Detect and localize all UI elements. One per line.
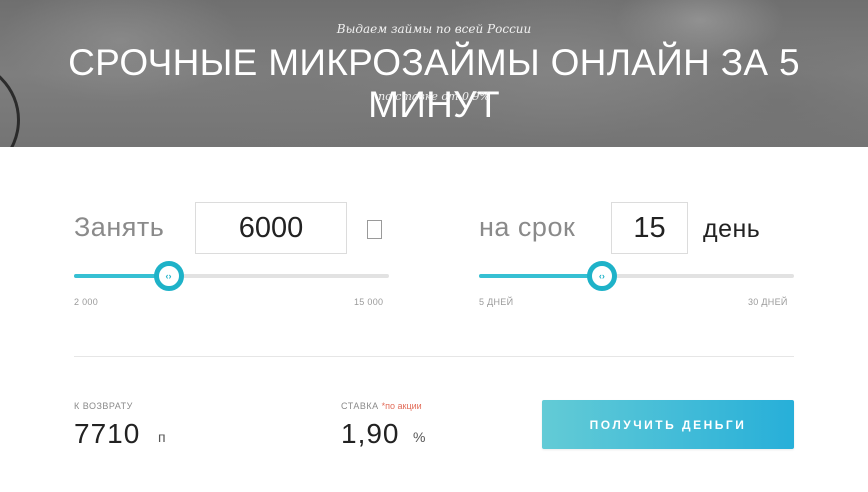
term-label: на срок [479, 212, 576, 242]
term-slider-fill [479, 274, 602, 278]
hero-title: СРОЧНЫЕ МИКРОЗАЙМЫ ОНЛАЙН ЗА 5 МИНУТ [68, 42, 800, 125]
return-currency: п [158, 429, 166, 445]
rate-percent: % [413, 429, 426, 445]
section-divider [74, 356, 794, 357]
term-unit: день [703, 215, 761, 243]
amount-slider[interactable]: ‹› [74, 261, 389, 291]
term-slider[interactable]: ‹› [479, 261, 794, 291]
hero-banner: Выдаем займы по всей России СРОЧНЫЕ МИКР… [0, 0, 868, 147]
get-money-button[interactable]: ПОЛУЧИТЬ ДЕНЬГИ [542, 400, 794, 449]
amount-label: Занять [74, 212, 165, 242]
rate-label: СТАВКА [341, 401, 379, 411]
rate-promo-note: *по акции [381, 401, 422, 411]
hero-subtitle: Выдаем займы по всей России [336, 22, 532, 36]
currency-icon [367, 220, 382, 239]
amount-min-label: 2 000 [74, 297, 99, 307]
return-value: 7710 [74, 418, 141, 449]
term-slider-handle[interactable]: ‹› [586, 261, 617, 291]
rate-value: 1,90 [341, 418, 400, 449]
amount-slider-handle[interactable]: ‹› [153, 261, 184, 291]
hero-rate-note: по ставке от 0,9% [378, 90, 490, 103]
amount-input[interactable]: 6000 [195, 202, 347, 254]
amount-max-label: 15 000 [354, 297, 384, 307]
term-max-label: 30 ДНЕЙ [748, 297, 788, 307]
term-min-label: 5 ДНЕЙ [479, 297, 514, 307]
return-label: К ВОЗВРАТУ [74, 401, 133, 411]
term-input[interactable]: 15 [611, 202, 688, 254]
rate-label-group: СТАВКА *по акции [341, 401, 422, 411]
